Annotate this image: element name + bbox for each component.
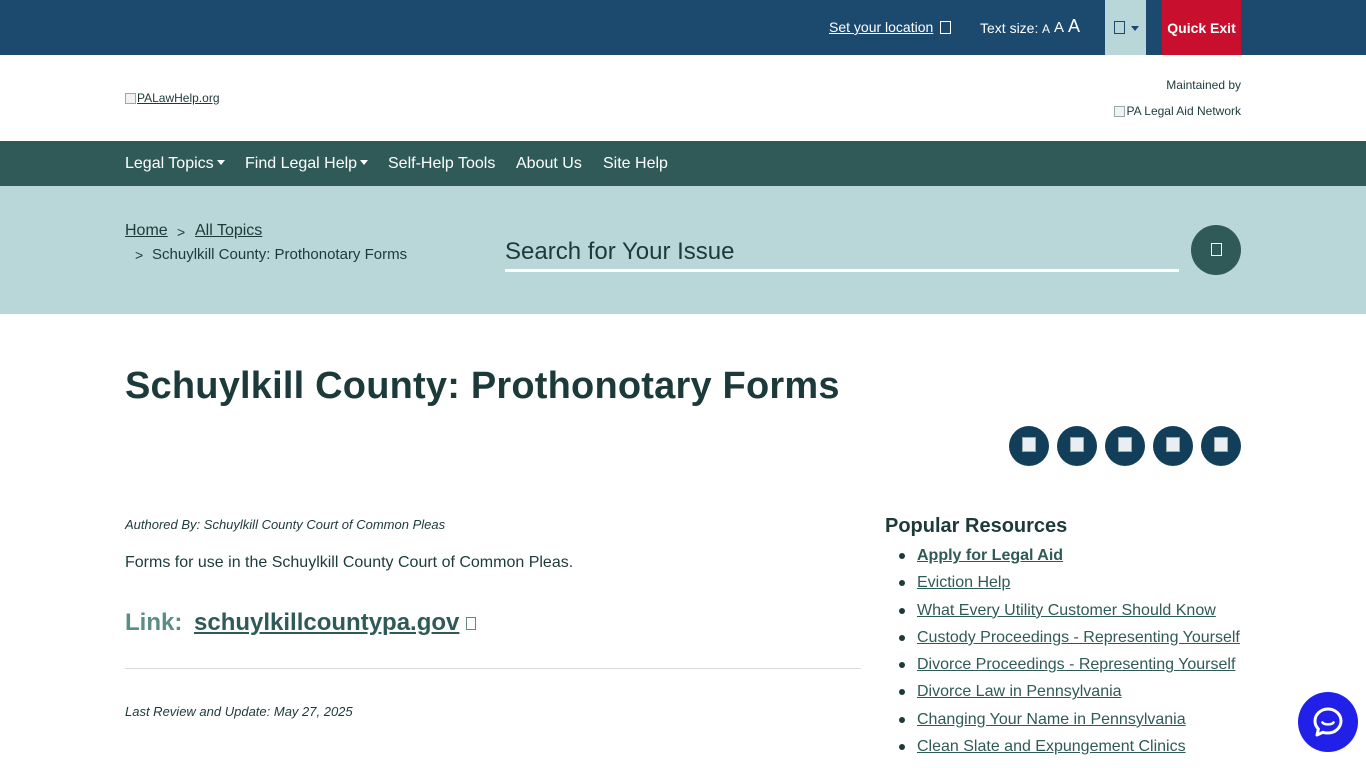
- nav-item-label: Legal Topics: [125, 155, 214, 172]
- quick-exit-button[interactable]: Quick Exit: [1162, 0, 1241, 55]
- page-title: Schuylkill County: Prothonotary Forms: [125, 365, 840, 407]
- email-icon: [1070, 437, 1084, 452]
- popular-link-divorce-proceedings[interactable]: Divorce Proceedings - Representing Yours…: [917, 656, 1235, 673]
- popular-link-eviction-help[interactable]: Eviction Help: [917, 574, 1010, 591]
- text-size-small-button[interactable]: A: [1042, 23, 1050, 35]
- breadcrumb-separator: >: [177, 224, 186, 240]
- caret-down-icon: [360, 160, 369, 165]
- list-item: Custody Proceedings - Representing Yours…: [897, 627, 1240, 654]
- chat-launcher-button[interactable]: [1298, 692, 1358, 752]
- site-logo[interactable]: PALawHelp.org: [125, 91, 220, 105]
- resource-link[interactable]: schuylkillcountypa.gov: [194, 609, 459, 637]
- text-size-label: Text size:: [980, 20, 1039, 36]
- popular-link-utility-customer[interactable]: What Every Utility Customer Should Know: [917, 602, 1216, 619]
- list-item: Clean Slate and Expungement Clinics: [897, 736, 1240, 763]
- partner-logo-alt: PA Legal Aid Network: [1126, 104, 1241, 118]
- nav-item-find-legal-help[interactable]: Find Legal Help: [245, 155, 369, 173]
- location-pin-icon[interactable]: [940, 21, 951, 34]
- print-icon: [1022, 437, 1036, 452]
- site-logo-alt: PALawHelp.org: [137, 91, 220, 105]
- set-location-link[interactable]: Set your location: [829, 19, 933, 35]
- nav-item-site-help[interactable]: Site Help: [603, 155, 668, 173]
- linkedin-share-button[interactable]: [1201, 426, 1241, 466]
- last-review-date: Last Review and Update: May 27, 2025: [125, 704, 353, 719]
- nav-item-legal-topics[interactable]: Legal Topics: [125, 155, 225, 173]
- broken-image-icon: [125, 92, 136, 104]
- breadcrumb-home[interactable]: Home: [125, 222, 168, 240]
- link-label: Link:: [125, 609, 183, 636]
- chat-bubble-icon: [1313, 707, 1343, 737]
- list-item: Eviction Help: [897, 572, 1240, 599]
- list-item: What Every Utility Customer Should Know: [897, 600, 1240, 627]
- list-item: Divorce Proceedings - Representing Yours…: [897, 654, 1240, 681]
- popular-link-divorce-law[interactable]: Divorce Law in Pennsylvania: [917, 683, 1122, 700]
- facebook-share-button[interactable]: [1105, 426, 1145, 466]
- globe-icon: [1114, 21, 1125, 34]
- twitter-share-button[interactable]: [1153, 426, 1193, 466]
- divider: [125, 668, 861, 669]
- caret-down-icon: [216, 160, 225, 165]
- list-item: Apply for Legal Aid: [897, 545, 1240, 572]
- breadcrumb-all-topics[interactable]: All Topics: [195, 222, 262, 240]
- popular-link-apply-for-legal-aid[interactable]: Apply for Legal Aid: [917, 547, 1063, 564]
- breadcrumb-current: Schuylkill County: Prothonotary Forms: [152, 246, 408, 263]
- chevron-down-icon: [1131, 26, 1139, 31]
- list-item: Divorce Law in Pennsylvania: [897, 681, 1240, 708]
- search-input[interactable]: [505, 234, 1179, 272]
- twitter-icon: [1166, 437, 1180, 452]
- broken-image-icon: [1114, 105, 1126, 117]
- linkedin-icon: [1214, 437, 1228, 452]
- maintained-by-label: Maintained by: [1166, 78, 1241, 92]
- nav-item-label: Find Legal Help: [245, 155, 358, 172]
- popular-resources-list: Apply for Legal Aid Eviction Help What E…: [897, 545, 1240, 763]
- external-link-icon: [466, 617, 476, 630]
- main-nav: Legal Topics Find Legal Help Self-Help T…: [0, 141, 1366, 186]
- search-band: Home > All Topics > Schuylkill County: P…: [0, 186, 1366, 314]
- email-share-button[interactable]: [1057, 426, 1097, 466]
- resource-description: Forms for use in the Schuylkill County C…: [125, 554, 574, 571]
- popular-link-clean-slate[interactable]: Clean Slate and Expungement Clinics: [917, 738, 1186, 755]
- nav-item-self-help-tools[interactable]: Self-Help Tools: [388, 155, 495, 173]
- partner-logo[interactable]: PA Legal Aid Network: [1114, 104, 1241, 118]
- text-size-medium-button[interactable]: A: [1054, 20, 1064, 35]
- popular-resources-title: Popular Resources: [885, 515, 1068, 537]
- facebook-icon: [1118, 437, 1132, 452]
- utility-bar: Set your location Text size: A A A Quick…: [0, 0, 1366, 55]
- popular-link-custody-proceedings[interactable]: Custody Proceedings - Representing Yours…: [917, 629, 1240, 646]
- text-size-large-button[interactable]: A: [1068, 17, 1080, 35]
- author-line: Authored By: Schuylkill County Court of …: [125, 517, 446, 532]
- breadcrumb-separator: >: [135, 247, 144, 263]
- search-button[interactable]: [1191, 225, 1241, 275]
- list-item: Changing Your Name in Pennsylvania: [897, 709, 1240, 736]
- search-icon: [1211, 243, 1222, 256]
- print-button[interactable]: [1009, 426, 1049, 466]
- nav-item-about-us[interactable]: About Us: [516, 155, 582, 173]
- language-selector-button[interactable]: [1105, 0, 1146, 55]
- popular-link-changing-name[interactable]: Changing Your Name in Pennsylvania: [917, 711, 1186, 728]
